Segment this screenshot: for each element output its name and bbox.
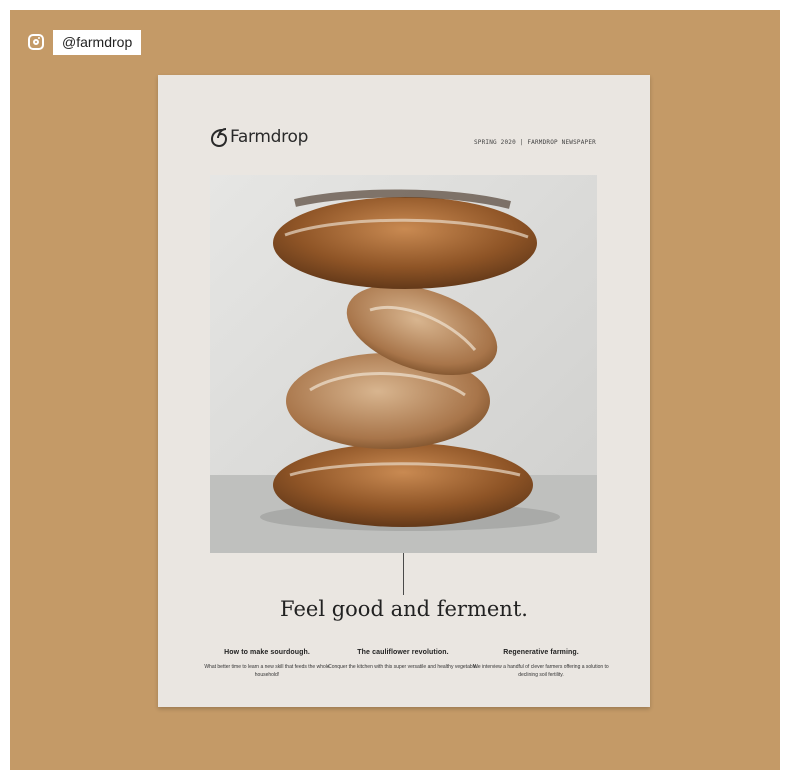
article-title: How to make sourdough.	[224, 649, 310, 656]
article-blurb: We interview a handful of clever farmers…	[473, 664, 609, 678]
farmdrop-logo-icon	[210, 128, 228, 147]
edition-label: SPRING 2020 | FARMDROP NEWSPAPER	[474, 139, 596, 146]
newspaper-page: Farmdrop SPRING 2020 | FARMDROP NEWSPAPE…	[158, 75, 650, 707]
article-teaser: Regenerative farming. We interview a han…	[466, 649, 616, 679]
instagram-handle[interactable]: @farmdrop	[53, 30, 142, 55]
article-blurb: What better time to learn a new skill th…	[204, 664, 330, 678]
bread-photo	[210, 175, 597, 553]
brand-logo: Farmdrop	[210, 127, 308, 147]
article-title: The cauliflower revolution.	[357, 649, 449, 656]
brand-name: Farmdrop	[230, 127, 309, 147]
article-blurb: Conquer the kitchen with this super vers…	[328, 664, 478, 670]
bread-stack-image	[210, 175, 597, 553]
article-title: Regenerative farming.	[503, 649, 579, 656]
article-teaser: How to make sourdough. What better time …	[192, 649, 342, 679]
instagram-icon[interactable]	[28, 34, 44, 50]
headline: Feel good and ferment.	[280, 597, 528, 621]
divider-line	[403, 553, 404, 595]
article-teaser: The cauliflower revolution. Conquer the …	[328, 649, 478, 671]
